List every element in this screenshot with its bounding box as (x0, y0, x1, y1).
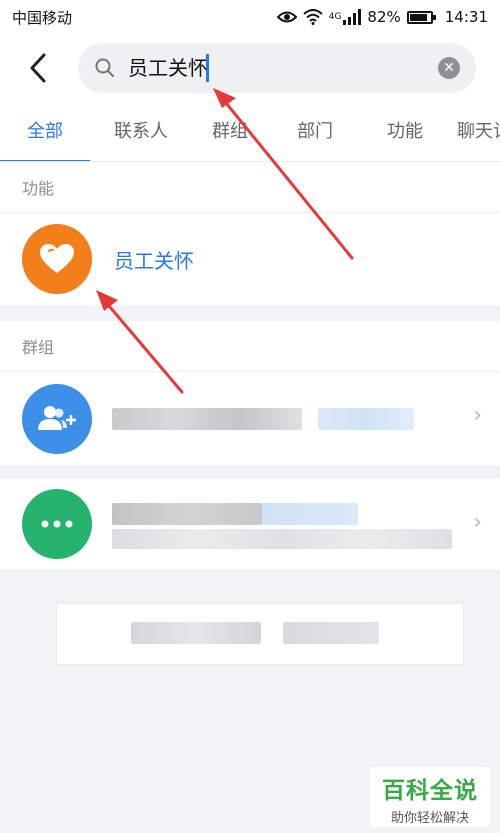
watermark-logo: 百科全说 助你轻松解决 (370, 767, 490, 827)
search-tabs: 全部 联系人 群组 部门 功能 聊天记录 (0, 104, 500, 162)
more-icon (41, 520, 73, 528)
blurred-group-meta (262, 503, 358, 525)
blurred-card-text (131, 622, 261, 644)
watermark-main: 百科全说 (382, 778, 478, 804)
watermark-sub: 助你轻松解决 (390, 811, 469, 826)
blurred-group-name (112, 408, 302, 430)
tab-all[interactable]: 全部 (0, 104, 90, 161)
search-input[interactable]: 员工关怀 (128, 53, 208, 83)
status-icons: 4G 82% 14:31 (276, 8, 488, 26)
function-item-title: 员工关怀 (114, 248, 194, 273)
heart-icon (40, 244, 74, 273)
blurred-group-name (112, 503, 262, 525)
battery-label: 82% (367, 8, 401, 26)
chevron-right-icon: › (473, 510, 482, 535)
wifi-icon (303, 9, 323, 25)
eye-icon (276, 11, 297, 23)
tab-chat-history[interactable]: 聊天记录 (448, 104, 500, 161)
tab-contacts[interactable]: 联系人 (90, 104, 192, 161)
blurred-group-detail (112, 529, 452, 549)
clear-icon[interactable]: ✕ (438, 57, 460, 79)
group-item[interactable]: › (0, 479, 500, 569)
function-item-employee-care[interactable]: 员工关怀 (0, 213, 500, 305)
search-box[interactable]: 员工关怀 ✕ (78, 43, 476, 93)
group-avatar (22, 383, 92, 454)
section-label-group: 群组 (0, 321, 500, 371)
add-group-icon (38, 405, 76, 430)
blurred-card-text (283, 622, 379, 644)
blurred-card[interactable] (56, 603, 464, 665)
back-button[interactable] (18, 46, 58, 90)
search-icon (95, 58, 114, 77)
text-cursor (206, 54, 209, 82)
tab-groups[interactable]: 群组 (192, 104, 268, 161)
carrier-label: 中国移动 (12, 8, 73, 27)
blurred-group-meta (318, 408, 414, 430)
group-item[interactable]: › (0, 372, 500, 465)
employee-care-avatar (22, 224, 92, 294)
tab-functions[interactable]: 功能 (362, 104, 448, 161)
search-header: 员工关怀 ✕ (0, 34, 500, 104)
network-label: 4G (328, 12, 342, 22)
status-bar: 中国移动 4G 82% 14:31 (0, 0, 500, 34)
group-avatar (22, 489, 92, 559)
section-label-function: 功能 (0, 162, 500, 212)
signal-icon (343, 9, 362, 25)
tab-departments[interactable]: 部门 (268, 104, 362, 161)
chevron-right-icon: › (473, 403, 482, 428)
battery-icon (406, 10, 436, 24)
chevron-left-icon (30, 53, 46, 83)
time-label: 14:31 (444, 8, 488, 26)
